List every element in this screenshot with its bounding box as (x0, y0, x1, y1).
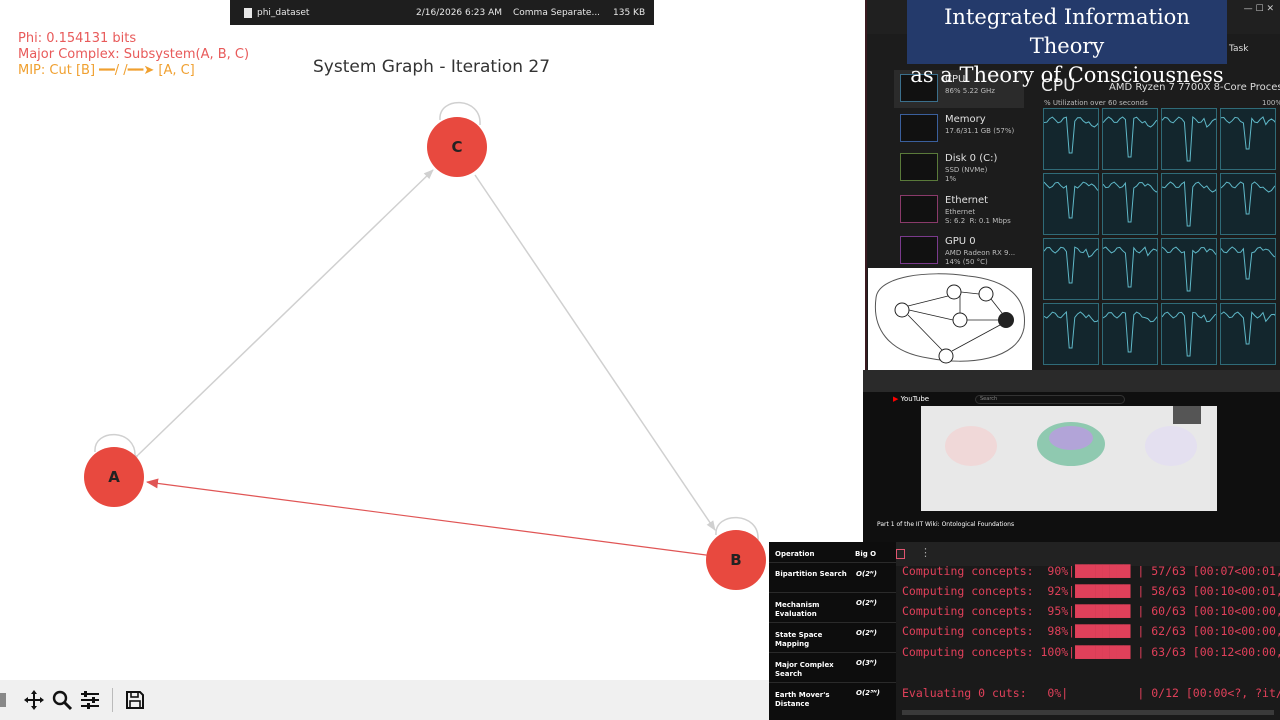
memory-sparkline (900, 114, 938, 142)
terminal-line: Computing concepts: 95%|████████ | 60/63… (902, 604, 1280, 618)
cpu-core-graph (1043, 238, 1099, 300)
iit-title-banner: Integrated Information Theory as a Theor… (907, 0, 1227, 87)
browser-window: ▶ YouTube Search Part 1 of the IIT Wiki:… (863, 370, 1280, 542)
cpu-core-graph (1043, 108, 1099, 170)
nav-ethernet-sub: Ethernet S: 6.2 R: 0.1 Mbps (945, 208, 1011, 225)
cpu-core-graph (1102, 303, 1158, 365)
node-a-label: A (108, 468, 120, 486)
table-row: Bipartition Search O(2ᴺ) (769, 562, 896, 592)
plot-toolbar (0, 680, 770, 720)
toolbar-divider (112, 688, 113, 712)
video-title: Part 1 of the IIT Wiki: Ontological Foun… (877, 521, 1015, 528)
cpu-core-graph (1220, 108, 1276, 170)
file-date: 2/16/2026 6:23 AM (416, 8, 503, 18)
youtube-logo[interactable]: ▶ YouTube (893, 395, 929, 403)
cpu-core-graph (1161, 108, 1217, 170)
cpu-core-graph (1220, 238, 1276, 300)
ethernet-sparkline (900, 195, 938, 223)
terminal-tabbar: ⋮ (896, 542, 1280, 566)
nav-gpu-sub: AMD Radeon RX 9... 14% (50 °C) (945, 249, 1016, 266)
terminal-line: Evaluating 0 cuts: 0%| | 0/12 [00:00<?, … (902, 686, 1280, 700)
nav-disk[interactable]: Disk 0 (C:) SSD (NVMe) 1% (894, 149, 1024, 187)
disk-sparkline (900, 153, 938, 181)
gpu-sparkline (900, 236, 938, 264)
node-a[interactable]: A (84, 447, 144, 507)
youtube-search-input[interactable]: Search (975, 395, 1125, 404)
banner-line-1: Integrated Information Theory (944, 5, 1190, 58)
file-size: 135 KB (613, 8, 646, 18)
nav-ethernet[interactable]: Ethernet Ethernet S: 6.2 R: 0.1 Mbps (894, 191, 1024, 229)
terminal-line: Computing concepts: 92%|████████ | 58/63… (902, 584, 1280, 598)
nav-ethernet-title: Ethernet (945, 195, 989, 206)
utilization-max: 100% (1262, 99, 1280, 107)
screen: Phi: 0.154131 bits Major Complex: Subsys… (0, 0, 1280, 720)
cpu-core-graph (1161, 238, 1217, 300)
file-icon (244, 7, 252, 18)
pan-icon[interactable] (20, 686, 48, 714)
file-type: Comma Separate... (513, 8, 601, 18)
file-explorer-row[interactable]: phi_dataset 2/16/2026 6:23 AM Comma Sepa… (230, 0, 654, 25)
node-b[interactable]: B (706, 530, 766, 590)
cpu-core-graph (1043, 303, 1099, 365)
cpu-core-graph (1220, 303, 1276, 365)
terminal-window[interactable]: ⋮ Computing concepts: 90%|████████ | 57/… (896, 542, 1280, 720)
cpu-core-graph (1220, 173, 1276, 235)
node-c[interactable]: C (427, 117, 487, 177)
cpu-core-grid (1043, 108, 1280, 368)
nav-gpu-title: GPU 0 (945, 236, 976, 247)
nav-disk-sub: SSD (NVMe) 1% (945, 166, 988, 183)
table-row: Major Complex Search O(3ᴺ) (769, 652, 896, 682)
table-row: State Space Mapping O(2ᴺ) (769, 622, 896, 652)
terminal-line: Computing concepts: 90%|████████ | 57/63… (902, 564, 1280, 578)
run-task-button[interactable]: Task (1229, 44, 1248, 54)
banner-line-2: as a Theory of Consciousness (910, 63, 1224, 87)
brain-network-diagram (868, 268, 1032, 370)
nav-memory[interactable]: Memory 17.6/31.1 GB (57%) (894, 110, 1024, 148)
edge-c-b (474, 174, 716, 531)
cpu-core-graph (1102, 173, 1158, 235)
nav-disk-title: Disk 0 (C:) (945, 153, 998, 164)
terminal-line: Computing concepts: 100%|████████ | 63/6… (902, 645, 1280, 659)
back-arrow-icon[interactable] (0, 693, 6, 707)
cpu-core-graph (1102, 108, 1158, 170)
cpu-core-graph (1161, 173, 1217, 235)
node-c-label: C (451, 138, 462, 156)
terminal-tab-icon[interactable] (896, 549, 905, 559)
edge-b-a (146, 478, 718, 562)
utilization-label: % Utilization over 60 seconds (1044, 99, 1148, 107)
graph-window: Phi: 0.154131 bits Major Complex: Subsys… (0, 0, 870, 720)
col-header-big-o: Big O (855, 550, 877, 558)
window-controls[interactable]: — ☐ ✕ (1244, 4, 1274, 14)
cpu-core-graph (1161, 303, 1217, 365)
table-row: Earth Mover's Distance O(2³ᴺ) (769, 682, 896, 720)
edge-a-c (128, 169, 434, 465)
save-icon[interactable] (121, 686, 149, 714)
col-header-operation: Operation (775, 550, 815, 558)
video-player[interactable] (921, 406, 1217, 511)
cpu-core-graph (1102, 238, 1158, 300)
nav-gpu[interactable]: GPU 0 AMD Radeon RX 9... 14% (50 °C) (894, 232, 1024, 270)
browser-tabbar[interactable] (863, 370, 1280, 392)
complexity-table: Operation Big O Bipartition Search O(2ᴺ)… (769, 542, 896, 720)
more-options-icon[interactable]: ⋮ (920, 546, 931, 559)
nav-memory-sub: 17.6/31.1 GB (57%) (945, 127, 1015, 135)
file-name: phi_dataset (257, 8, 310, 18)
zoom-icon[interactable] (48, 686, 76, 714)
table-row: Mechanism Evaluation O(2ᴺ) (769, 592, 896, 622)
configure-icon[interactable] (76, 686, 104, 714)
terminal-scrollbar[interactable] (902, 710, 1274, 715)
node-b-label: B (730, 551, 741, 569)
graph-canvas[interactable]: C A B (0, 0, 870, 680)
nav-memory-title: Memory (945, 114, 986, 125)
terminal-line: Computing concepts: 98%|████████ | 62/63… (902, 624, 1280, 638)
cpu-core-graph (1043, 173, 1099, 235)
